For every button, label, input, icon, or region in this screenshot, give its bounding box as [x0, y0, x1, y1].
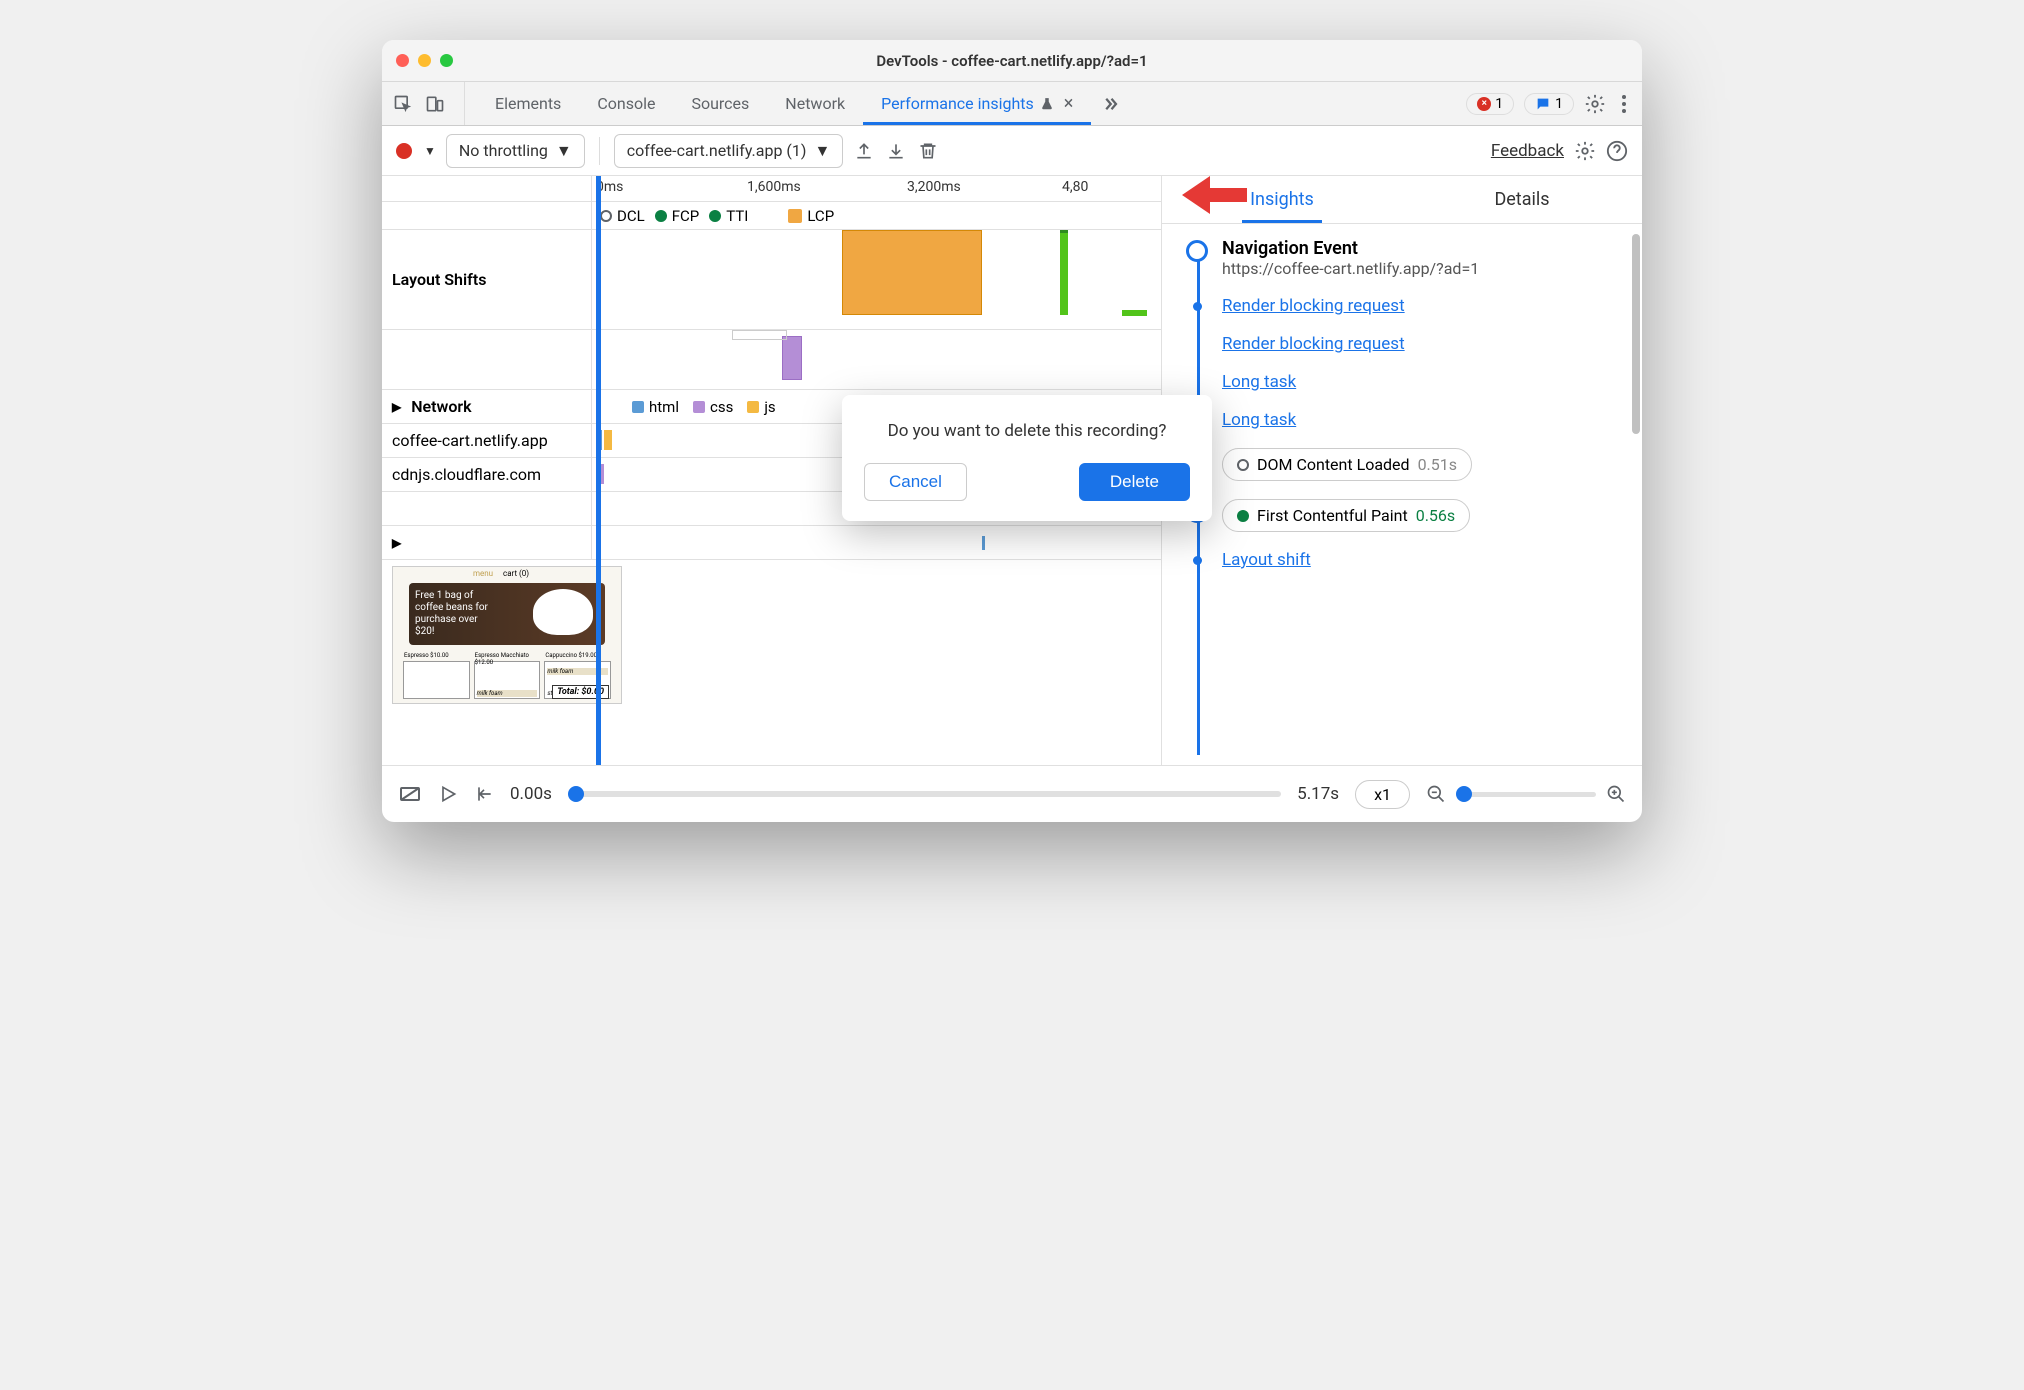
empty-row-2: ▶ — [382, 526, 1161, 560]
marker-dcl[interactable]: DCL — [600, 207, 645, 225]
markers-row: DCL FCP TTI LCP — [382, 202, 1161, 230]
tasks-row[interactable] — [382, 330, 1161, 390]
inspect-element-icon[interactable] — [392, 93, 414, 115]
insight-link[interactable]: Layout shift — [1188, 550, 1626, 570]
help-icon[interactable] — [1606, 140, 1628, 162]
devtools-tabbar: Elements Console Sources Network Perform… — [382, 82, 1642, 126]
layout-shift-bar[interactable] — [1122, 310, 1147, 316]
back-to-start-icon[interactable] — [474, 784, 494, 804]
record-dropdown-icon[interactable]: ▼ — [424, 144, 436, 158]
scrollbar[interactable] — [1632, 234, 1640, 434]
tab-network[interactable]: Network — [767, 82, 863, 125]
record-button[interactable] — [396, 143, 412, 159]
toggle-screenshots-icon[interactable] — [398, 782, 422, 806]
insights-timeline[interactable]: Navigation Event https://coffee-cart.net… — [1162, 224, 1642, 765]
zoom-out-icon[interactable] — [1426, 784, 1446, 804]
message-icon — [1535, 96, 1551, 112]
insight-link[interactable]: Long task — [1188, 372, 1626, 392]
insight-navigation-event[interactable]: Navigation Event https://coffee-cart.net… — [1188, 238, 1626, 278]
zoom-slider[interactable] — [1456, 792, 1596, 797]
insight-link[interactable]: Render blocking request — [1188, 296, 1626, 316]
titlebar: DevTools - coffee-cart.netlify.app/?ad=1 — [382, 40, 1642, 82]
window-title: DevTools - coffee-cart.netlify.app/?ad=1 — [382, 52, 1642, 70]
playback-footer: 0.00s 5.17s x1 — [382, 766, 1642, 822]
insight-link[interactable]: Render blocking request — [1188, 334, 1626, 354]
filter-html[interactable]: html — [632, 398, 679, 416]
marker-tti[interactable]: TTI — [709, 207, 748, 225]
insights-panel: Insights Details Navigation Event https:… — [1162, 176, 1642, 765]
error-icon: × — [1477, 97, 1491, 111]
cancel-button[interactable]: Cancel — [864, 463, 967, 501]
circle-green-icon — [1237, 510, 1249, 522]
device-toolbar-icon[interactable] — [424, 93, 446, 115]
filter-js[interactable]: js — [747, 398, 775, 416]
delete-button[interactable]: Delete — [1079, 463, 1190, 501]
more-options-icon[interactable] — [1616, 89, 1632, 119]
maximize-window-button[interactable] — [440, 54, 453, 67]
marker-lcp[interactable]: LCP — [788, 207, 834, 225]
error-badge[interactable]: × 1 — [1466, 93, 1514, 115]
devtools-window: DevTools - coffee-cart.netlify.app/?ad=1… — [382, 40, 1642, 822]
playback-slider[interactable] — [568, 791, 1281, 797]
tab-elements[interactable]: Elements — [477, 82, 579, 125]
marker-fcp[interactable]: FCP — [655, 207, 700, 225]
layout-shifts-row[interactable]: Layout Shifts — [382, 230, 1161, 330]
tab-performance-insights[interactable]: Performance insights × — [863, 82, 1091, 125]
flask-icon — [1040, 97, 1054, 111]
screenshot-thumb[interactable]: menu cart (0) Free 1 bag of coffee beans… — [392, 566, 622, 704]
circle-open-icon — [1237, 459, 1249, 471]
time-end: 5.17s — [1297, 784, 1339, 804]
insight-fcp[interactable]: First Contentful Paint 0.56s — [1188, 499, 1626, 532]
lcp-block[interactable] — [842, 230, 982, 315]
layout-shift-spike[interactable] — [1060, 230, 1068, 315]
filter-css[interactable]: css — [693, 398, 733, 416]
close-window-button[interactable] — [396, 54, 409, 67]
insight-dcl[interactable]: DOM Content Loaded 0.51s — [1188, 448, 1626, 481]
slider-thumb[interactable] — [568, 786, 584, 802]
message-badge[interactable]: 1 — [1524, 93, 1574, 115]
tab-details[interactable]: Details — [1402, 176, 1642, 223]
feedback-link[interactable]: Feedback — [1491, 141, 1564, 161]
minimize-window-button[interactable] — [418, 54, 431, 67]
dialog-message: Do you want to delete this recording? — [864, 421, 1190, 441]
export-icon[interactable] — [853, 140, 875, 162]
screenshots-row[interactable]: menu cart (0) Free 1 bag of coffee beans… — [382, 560, 1161, 710]
close-tab-icon[interactable]: × — [1064, 93, 1074, 114]
time-ruler[interactable]: 0ms 1,600ms 3,200ms 4,80 — [382, 176, 1161, 202]
separator — [599, 137, 600, 165]
panel-settings-icon[interactable] — [1574, 140, 1596, 162]
playhead-line[interactable] — [596, 176, 601, 765]
import-icon[interactable] — [885, 140, 907, 162]
throttling-select[interactable]: No throttling▼ — [446, 134, 585, 168]
panel-toolbar: ▼ No throttling▼ coffee-cart.netlify.app… — [382, 126, 1642, 176]
zoom-thumb[interactable] — [1456, 786, 1472, 802]
more-tabs-button[interactable] — [1091, 82, 1129, 125]
delete-confirmation-dialog: Do you want to delete this recording? Ca… — [842, 395, 1212, 521]
playback-speed[interactable]: x1 — [1355, 780, 1410, 809]
zoom-in-icon[interactable] — [1606, 784, 1626, 804]
insight-link[interactable]: Long task — [1188, 410, 1626, 430]
time-start: 0.00s — [510, 784, 552, 804]
play-icon[interactable] — [438, 784, 458, 804]
tab-console[interactable]: Console — [579, 82, 673, 125]
settings-icon[interactable] — [1584, 93, 1606, 115]
delete-icon[interactable] — [917, 140, 939, 162]
coffee-cup-icon — [533, 589, 593, 635]
tab-sources[interactable]: Sources — [673, 82, 767, 125]
recording-select[interactable]: coffee-cart.netlify.app (1)▼ — [614, 134, 844, 168]
css-task-block[interactable] — [782, 336, 802, 380]
traffic-lights — [396, 54, 453, 67]
annotation-arrow — [1182, 170, 1252, 220]
